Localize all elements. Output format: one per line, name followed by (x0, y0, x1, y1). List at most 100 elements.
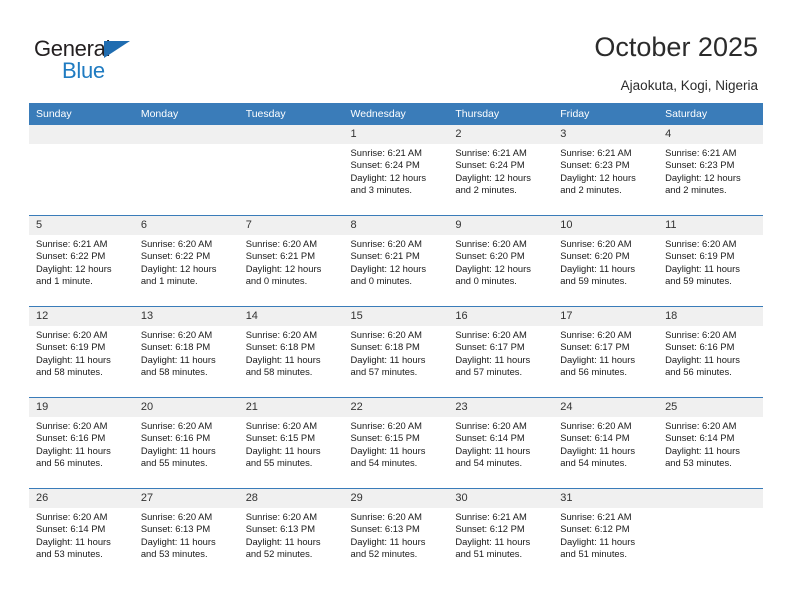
calendar-day-cell[interactable]: 31 Sunrise: 6:21 AM Sunset: 6:12 PM Dayligh… (553, 488, 659, 579)
daylight-text-line1: Daylight: 11 hours (560, 444, 636, 456)
calendar-day-cell[interactable]: 18 Sunrise: 6:20 AM Sunset: 6:16 PM Dayligh… (658, 306, 763, 398)
sunset-text: Sunset: 6:22 PM (36, 250, 106, 262)
daylight-text-line2: and 58 minutes. (36, 366, 103, 378)
calendar-day-cell-empty (238, 125, 344, 216)
daylight-text-line1: Daylight: 12 hours (455, 171, 531, 183)
calendar-day-cell-empty (133, 125, 239, 216)
sunrise-text: Sunrise: 6:21 AM (350, 147, 422, 158)
day-number: 6 (133, 216, 239, 235)
calendar-day-cell-empty (29, 125, 134, 216)
sunset-text: Sunset: 6:23 PM (560, 159, 630, 171)
day-number (658, 489, 763, 508)
sunrise-text: Sunrise: 6:20 AM (36, 329, 108, 340)
sunrise-text: Sunrise: 6:20 AM (560, 238, 632, 249)
daylight-text-line2: and 59 minutes. (560, 275, 627, 287)
sunset-text: Sunset: 6:15 PM (245, 432, 315, 444)
day-details: Sunrise: 6:21 AM Sunset: 6:23 PM Daylight:… (553, 144, 658, 197)
calendar-day-cell[interactable]: 26 Sunrise: 6:20 AM Sunset: 6:14 PM Dayligh… (29, 488, 134, 579)
daylight-text-line1: Daylight: 11 hours (560, 535, 636, 547)
page-header: General Blue October 2025 Ajaokuta, Kogi… (0, 0, 792, 103)
calendar-day-cell[interactable]: 25 Sunrise: 6:20 AM Sunset: 6:14 PM Dayligh… (658, 397, 763, 489)
calendar-day-cell[interactable]: 27 Sunrise: 6:20 AM Sunset: 6:13 PM Dayligh… (133, 488, 239, 579)
day-number: 27 (133, 489, 239, 508)
calendar-header-row: Sunday Monday Tuesday Wednesday Thursday Frid… (29, 103, 763, 125)
page-subtitle-location: Ajaokuta, Kogi, Nigeria (620, 78, 758, 93)
sunrise-text: Sunrise: 6:21 AM (560, 511, 632, 522)
calendar-day-cell[interactable]: 21 Sunrise: 6:20 AM Sunset: 6:15 PM Dayligh… (238, 397, 344, 489)
day-details: Sunrise: 6:21 AM Sunset: 6:12 PM Daylight:… (448, 508, 553, 561)
day-number: 26 (29, 489, 134, 508)
calendar-day-cell[interactable]: 20 Sunrise: 6:20 AM Sunset: 6:16 PM Dayligh… (133, 397, 239, 489)
calendar-day-cell[interactable]: 13 Sunrise: 6:20 AM Sunset: 6:18 PM Dayligh… (133, 306, 239, 398)
sunrise-text: Sunrise: 6:20 AM (140, 238, 213, 249)
calendar-week-row: 26 Sunrise: 6:20 AM Sunset: 6:14 PM Dayligh… (29, 488, 763, 579)
daylight-text-line1: Daylight: 12 hours (140, 262, 217, 274)
daylight-text-line2: and 55 minutes. (140, 457, 208, 469)
daylight-text-line1: Daylight: 11 hours (455, 535, 531, 547)
calendar-week-row: 1 Sunrise: 6:21 AM Sunset: 6:24 PM Daylight… (29, 125, 763, 216)
daylight-text-line2: and 53 minutes. (665, 457, 732, 469)
calendar-day-cell[interactable]: 23 Sunrise: 6:20 AM Sunset: 6:14 PM Dayligh… (448, 397, 554, 489)
day-details: Sunrise: 6:20 AM Sunset: 6:16 PM Daylight:… (658, 326, 763, 379)
sunrise-text: Sunrise: 6:20 AM (140, 511, 213, 522)
calendar-day-cell[interactable]: 7 Sunrise: 6:20 AM Sunset: 6:21 PM Daylight… (238, 215, 344, 307)
calendar-week-row: 5 Sunrise: 6:21 AM Sunset: 6:22 PM Daylight… (29, 215, 763, 307)
calendar-day-cell[interactable]: 3 Sunrise: 6:21 AM Sunset: 6:23 PM Daylight… (553, 125, 659, 216)
sunset-text: Sunset: 6:14 PM (665, 432, 735, 444)
calendar-day-cell[interactable]: 10 Sunrise: 6:20 AM Sunset: 6:20 PM Dayligh… (553, 215, 659, 307)
day-details: Sunrise: 6:20 AM Sunset: 6:13 PM Daylight:… (134, 508, 239, 561)
calendar-day-cell[interactable]: 6 Sunrise: 6:20 AM Sunset: 6:22 PM Daylight… (133, 215, 239, 307)
day-number: 18 (658, 307, 763, 326)
day-number: 12 (29, 307, 134, 326)
daylight-text-line1: Daylight: 11 hours (350, 353, 426, 365)
daylight-text-line2: and 52 minutes. (350, 548, 418, 560)
sunrise-text: Sunrise: 6:20 AM (140, 420, 213, 431)
calendar-page: General Blue October 2025 Ajaokuta, Kogi… (0, 0, 792, 612)
calendar-day-cell[interactable]: 14 Sunrise: 6:20 AM Sunset: 6:18 PM Dayligh… (238, 306, 344, 398)
sunrise-text: Sunrise: 6:20 AM (245, 420, 318, 431)
daylight-text-line2: and 55 minutes. (245, 457, 313, 469)
calendar-day-cell[interactable]: 9 Sunrise: 6:20 AM Sunset: 6:20 PM Daylight… (448, 215, 554, 307)
day-details: Sunrise: 6:20 AM Sunset: 6:14 PM Daylight:… (658, 417, 763, 470)
calendar-day-cell[interactable]: 12 Sunrise: 6:20 AM Sunset: 6:19 PM Dayligh… (29, 306, 134, 398)
calendar-day-cell[interactable]: 28 Sunrise: 6:20 AM Sunset: 6:13 PM Dayligh… (238, 488, 344, 579)
sunset-text: Sunset: 6:15 PM (350, 432, 420, 444)
daylight-text-line2: and 2 minutes. (455, 184, 517, 196)
day-details: Sunrise: 6:20 AM Sunset: 6:14 PM Daylight:… (29, 508, 134, 561)
daylight-text-line2: and 58 minutes. (140, 366, 208, 378)
calendar-day-cell[interactable]: 2 Sunrise: 6:21 AM Sunset: 6:24 PM Daylight… (448, 125, 554, 216)
calendar-day-cell[interactable]: 15 Sunrise: 6:20 AM Sunset: 6:18 PM Dayligh… (343, 306, 449, 398)
calendar-day-cell[interactable]: 8 Sunrise: 6:20 AM Sunset: 6:21 PM Daylight… (343, 215, 449, 307)
daylight-text-line1: Daylight: 11 hours (350, 535, 426, 547)
calendar-day-cell[interactable]: 22 Sunrise: 6:20 AM Sunset: 6:15 PM Dayligh… (343, 397, 449, 489)
daylight-text-line1: Daylight: 11 hours (665, 262, 740, 274)
day-details: Sunrise: 6:21 AM Sunset: 6:22 PM Daylight:… (29, 235, 134, 288)
day-details: Sunrise: 6:20 AM Sunset: 6:14 PM Daylight:… (553, 417, 658, 470)
calendar-week-row: 19 Sunrise: 6:20 AM Sunset: 6:16 PM Dayligh… (29, 397, 763, 489)
calendar-day-cell[interactable]: 11 Sunrise: 6:20 AM Sunset: 6:19 PM Dayligh… (658, 215, 763, 307)
daylight-text-line2: and 0 minutes. (350, 275, 413, 287)
calendar-day-cell[interactable]: 17 Sunrise: 6:20 AM Sunset: 6:17 PM Dayligh… (553, 306, 659, 398)
daylight-text-line2: and 57 minutes. (455, 366, 523, 378)
calendar-day-cell[interactable]: 29 Sunrise: 6:20 AM Sunset: 6:13 PM Dayligh… (343, 488, 449, 579)
calendar-day-cell[interactable]: 5 Sunrise: 6:21 AM Sunset: 6:22 PM Daylight… (29, 215, 134, 307)
calendar-day-cell[interactable]: 30 Sunrise: 6:21 AM Sunset: 6:12 PM Dayligh… (448, 488, 554, 579)
day-number (29, 125, 134, 144)
daylight-text-line1: Daylight: 12 hours (245, 262, 322, 274)
day-details (134, 144, 239, 147)
sunrise-text: Sunrise: 6:20 AM (140, 329, 213, 340)
day-number: 17 (553, 307, 659, 326)
calendar-day-cell[interactable]: 1 Sunrise: 6:21 AM Sunset: 6:24 PM Daylight… (343, 125, 449, 216)
calendar-day-cell[interactable]: 4 Sunrise: 6:21 AM Sunset: 6:23 PM Daylight… (658, 125, 763, 216)
daylight-text-line1: Daylight: 11 hours (455, 353, 531, 365)
daylight-text-line1: Daylight: 11 hours (140, 535, 216, 547)
sunset-text: Sunset: 6:21 PM (245, 250, 315, 262)
day-details: Sunrise: 6:20 AM Sunset: 6:20 PM Daylight:… (553, 235, 658, 288)
calendar-day-cell[interactable]: 19 Sunrise: 6:20 AM Sunset: 6:16 PM Dayligh… (29, 397, 134, 489)
daylight-text-line1: Daylight: 12 hours (665, 171, 741, 183)
calendar-day-cell[interactable]: 16 Sunrise: 6:20 AM Sunset: 6:17 PM Dayligh… (448, 306, 554, 398)
sunrise-text: Sunrise: 6:20 AM (665, 238, 737, 249)
daylight-text-line1: Daylight: 11 hours (140, 444, 216, 456)
calendar-day-cell[interactable]: 24 Sunrise: 6:20 AM Sunset: 6:14 PM Dayligh… (553, 397, 659, 489)
daylight-text-line1: Daylight: 11 hours (665, 353, 740, 365)
